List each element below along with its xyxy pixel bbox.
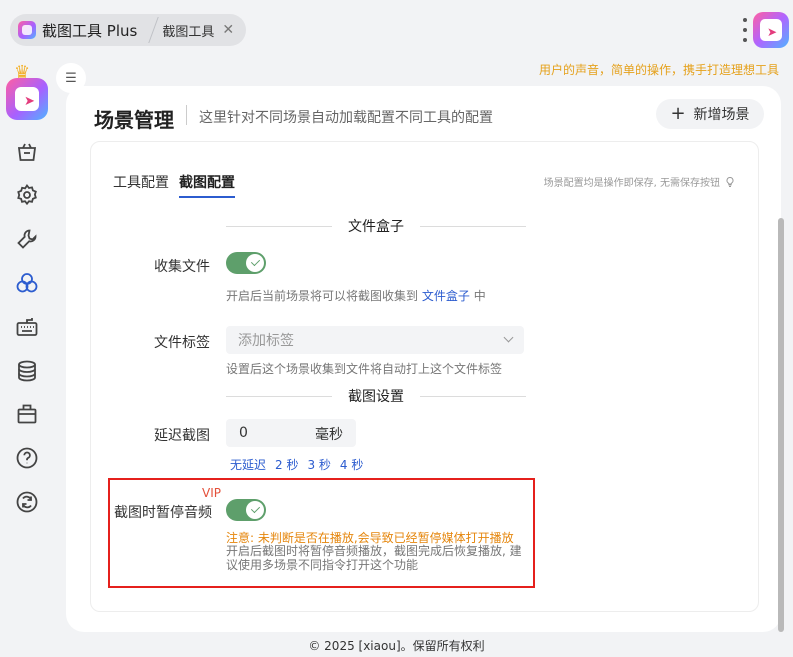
section-screenshot-settings: 截图设置 bbox=[226, 387, 526, 405]
tab-bar: 截图工具 Plus 截图工具 ✕ bbox=[10, 14, 247, 46]
app-logo-icon bbox=[18, 21, 36, 39]
tab-screenshot-config[interactable]: 截图配置 bbox=[179, 172, 235, 198]
refresh-icon[interactable] bbox=[14, 489, 40, 515]
section-file-box-title: 文件盒子 bbox=[348, 219, 404, 235]
delay-quick-options: 无延迟 2 秒 3 秒 4 秒 bbox=[230, 456, 363, 473]
more-menu-icon[interactable] bbox=[741, 18, 749, 42]
autosave-note: 场景配置均是操作即保存, 无需保存按钮 bbox=[544, 174, 736, 189]
tab-screenshot-tool-label: 截图工具 bbox=[162, 24, 215, 40]
page-description: 这里针对不同场景自动加载配置不同工具的配置 bbox=[199, 110, 493, 126]
collect-hint-prefix: 开启后当前场景将可以将截图收集到 bbox=[226, 289, 419, 303]
delay-input[interactable]: 0 毫秒 bbox=[226, 419, 356, 447]
tab-app-label: 截图工具 Plus bbox=[42, 21, 138, 40]
title-divider bbox=[186, 105, 187, 125]
briefcase-icon[interactable] bbox=[14, 401, 40, 427]
slogan: 用户的声音，简单的操作，携手打造理想工具 bbox=[538, 63, 779, 77]
delay-value: 0 bbox=[239, 425, 248, 441]
check-icon bbox=[246, 254, 264, 272]
collect-files-label: 收集文件 bbox=[154, 259, 210, 275]
delay-option-none[interactable]: 无延迟 bbox=[230, 456, 266, 473]
footer-copyright: © 2025 [xiaou]。保留所有权利 bbox=[308, 639, 485, 653]
delay-unit: 毫秒 bbox=[315, 427, 343, 443]
config-subtabs: 工具配置 截图配置 bbox=[113, 172, 235, 198]
plus-icon: + bbox=[670, 103, 686, 124]
delay-label: 延迟截图 bbox=[154, 428, 210, 444]
page-title: 场景管理 bbox=[94, 108, 174, 132]
chevron-down-icon bbox=[503, 332, 514, 343]
bag-icon[interactable] bbox=[14, 139, 40, 165]
three-circles-icon[interactable] bbox=[14, 270, 40, 296]
autosave-note-text: 场景配置均是操作即保存, 无需保存按钮 bbox=[543, 178, 720, 189]
tab-screenshot-tool[interactable]: 截图工具 ✕ bbox=[162, 21, 234, 40]
delay-option-2s[interactable]: 2 秒 bbox=[275, 456, 298, 473]
tab-group: 截图工具 Plus 截图工具 ✕ bbox=[10, 14, 247, 46]
gear-icon[interactable] bbox=[14, 182, 40, 208]
section-screenshot-title: 截图设置 bbox=[348, 389, 404, 405]
help-icon[interactable] bbox=[14, 445, 40, 471]
keyboard-icon[interactable] bbox=[14, 314, 40, 340]
collect-files-hint: 开启后当前场景将可以将截图收集到 文件盒子 中 bbox=[226, 287, 486, 304]
file-tag-placeholder: 添加标签 bbox=[238, 333, 294, 349]
lightbulb-icon bbox=[726, 176, 734, 187]
file-tag-label: 文件标签 bbox=[154, 335, 210, 351]
section-file-box: 文件盒子 bbox=[226, 217, 526, 235]
add-scene-label: 新增场景 bbox=[693, 107, 750, 123]
app-logo-icon: ➤ bbox=[753, 12, 789, 48]
highlight-box bbox=[108, 478, 535, 588]
file-box-link[interactable]: 文件盒子 bbox=[422, 289, 470, 303]
wrench-icon[interactable] bbox=[14, 226, 40, 252]
scrollbar-thumb[interactable] bbox=[778, 218, 784, 632]
cursor-icon: ➤ bbox=[24, 94, 35, 109]
tab-app[interactable]: 截图工具 Plus bbox=[18, 20, 145, 41]
database-icon[interactable] bbox=[14, 358, 40, 384]
collect-files-toggle[interactable] bbox=[226, 252, 266, 274]
add-scene-button[interactable]: + 新增场景 bbox=[656, 99, 764, 129]
collect-hint-suffix: 中 bbox=[473, 289, 486, 303]
file-tag-select[interactable]: 添加标签 bbox=[226, 326, 524, 354]
delay-option-4s[interactable]: 4 秒 bbox=[340, 456, 363, 473]
close-icon[interactable]: ✕ bbox=[222, 22, 234, 38]
tab-tool-config[interactable]: 工具配置 bbox=[113, 172, 169, 198]
tab-separator bbox=[148, 17, 160, 43]
file-tag-hint: 设置后这个场景收集到文件将自动打上这个文件标签 bbox=[226, 362, 503, 376]
delay-option-3s[interactable]: 3 秒 bbox=[307, 456, 330, 473]
app-logo: ♛ ➤ bbox=[6, 62, 48, 120]
